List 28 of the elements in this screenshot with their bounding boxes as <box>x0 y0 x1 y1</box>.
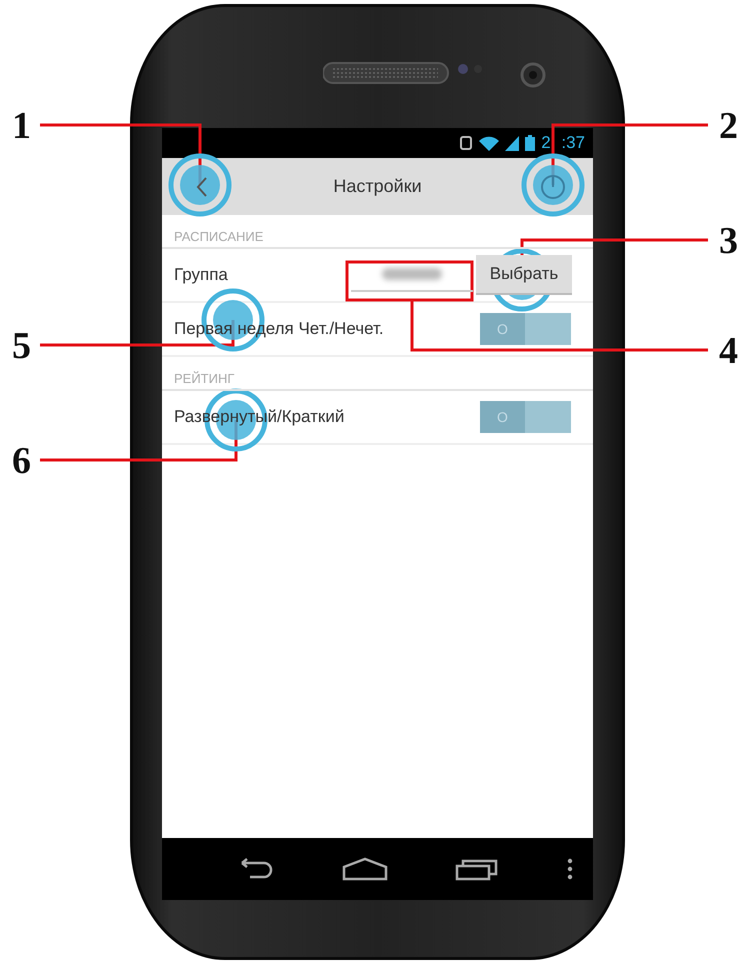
toggle-switch[interactable]: O <box>480 401 571 433</box>
section-header: РАСПИСАНИЕ <box>162 215 593 249</box>
touch-marker <box>168 154 232 216</box>
callout-number: 1 <box>12 105 31 147</box>
toggle-switch[interactable]: O <box>480 313 571 345</box>
setting-label: Группа <box>174 265 229 285</box>
callout-number: 4 <box>719 330 738 372</box>
toggle-thumb: O <box>480 401 525 433</box>
callout-number: 3 <box>719 220 738 262</box>
toggle-thumb: O <box>480 313 525 345</box>
rotation-icon <box>459 135 474 151</box>
section-header: РЕЙТИНГ <box>162 357 593 391</box>
callout-number: 5 <box>12 325 31 367</box>
power-icon <box>540 174 566 200</box>
blurred-value <box>382 268 442 280</box>
back-icon <box>195 176 209 198</box>
screen-title: Настройки <box>333 176 422 197</box>
home-icon[interactable] <box>342 857 388 881</box>
recent-apps-icon[interactable] <box>455 857 500 881</box>
signal-icon <box>505 136 520 150</box>
battery-icon <box>525 135 536 151</box>
clock-time: 2 :37 <box>541 133 585 153</box>
callout-number: 6 <box>12 440 31 482</box>
overflow-menu-icon[interactable] <box>566 858 573 880</box>
choose-button[interactable]: Выбрать <box>476 255 572 295</box>
touch-marker <box>522 154 584 216</box>
wifi-icon <box>479 136 500 150</box>
callout-number: 2 <box>719 105 738 147</box>
